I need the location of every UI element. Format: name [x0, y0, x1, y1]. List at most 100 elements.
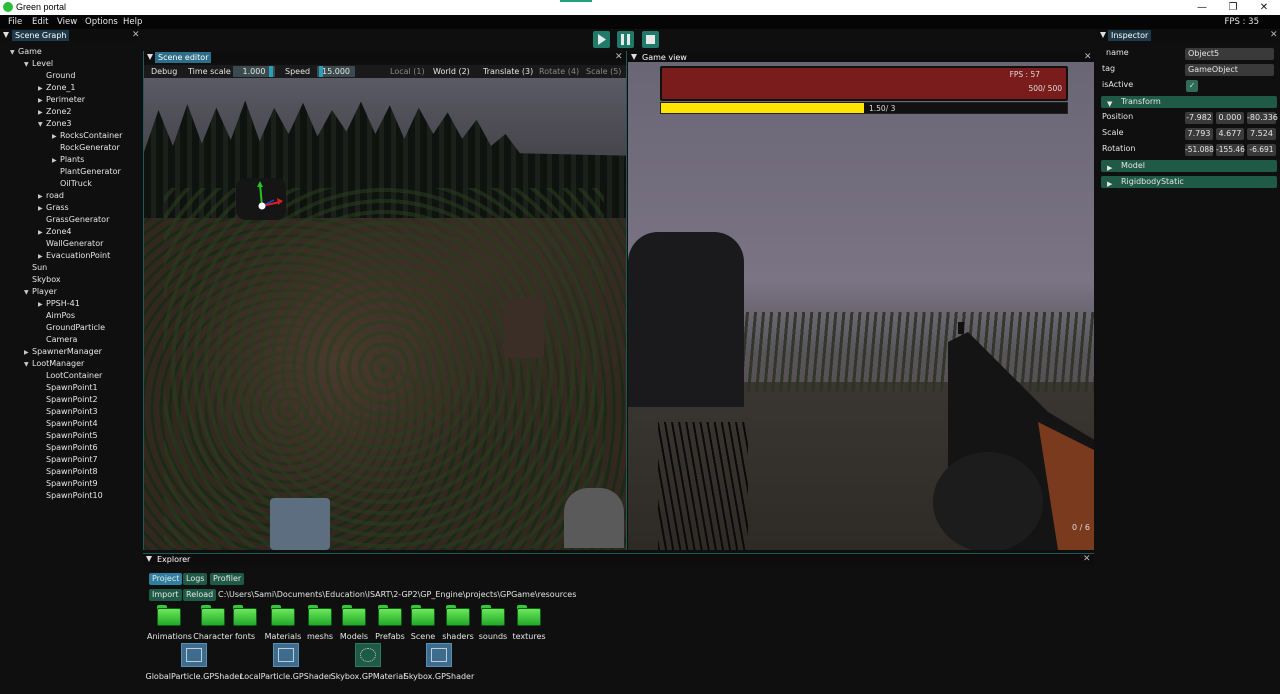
- tree-node[interactable]: AimPos: [38, 311, 75, 323]
- transform-gizmo-icon[interactable]: [250, 180, 284, 210]
- folder-icon[interactable]: [481, 604, 505, 626]
- position-y-field[interactable]: 0.000: [1216, 112, 1244, 124]
- folder-icon[interactable]: [378, 604, 402, 626]
- expanded-triangle-icon[interactable]: ▼: [10, 49, 18, 56]
- tag-field[interactable]: GameObject: [1185, 64, 1274, 76]
- tree-node[interactable]: ▼ LootManager: [24, 359, 84, 371]
- tree-node[interactable]: Camera: [38, 335, 77, 347]
- tree-node[interactable]: ▶ Zone4: [38, 227, 71, 239]
- tree-node[interactable]: Skybox: [24, 275, 61, 287]
- tree-node[interactable]: ▼ Zone3: [38, 119, 71, 131]
- tree-node[interactable]: GroundParticle: [38, 323, 105, 335]
- close-icon[interactable]: ✕: [1270, 30, 1278, 41]
- folder-label[interactable]: Animations: [147, 632, 192, 641]
- expanded-triangle-icon[interactable]: ▼: [24, 361, 32, 368]
- collapsed-triangle-icon[interactable]: ▶: [24, 349, 32, 356]
- tab-logs[interactable]: Logs: [183, 573, 208, 585]
- position-x-field[interactable]: -7.982: [1185, 112, 1213, 124]
- tree-node[interactable]: SpawnPoint8: [38, 467, 98, 479]
- rotate-tool-button[interactable]: Rotate (4): [539, 67, 579, 76]
- collapsed-triangle-icon[interactable]: ▶: [38, 253, 46, 260]
- scale-x-field[interactable]: 7.793: [1185, 128, 1213, 140]
- close-icon[interactable]: ✕: [132, 30, 140, 41]
- scene-graph-tab[interactable]: Scene Graph: [12, 30, 70, 41]
- scene-editor-tab[interactable]: Scene editor: [155, 52, 212, 63]
- tree-node[interactable]: RockGenerator: [52, 143, 120, 155]
- tree-node[interactable]: ▼ Player: [24, 287, 57, 299]
- tab-profiler[interactable]: Profiler: [210, 573, 245, 585]
- menu-options[interactable]: Options: [85, 17, 118, 27]
- restore-button[interactable]: ❐: [1218, 0, 1248, 15]
- time-scale-slider[interactable]: 1.000: [233, 66, 275, 77]
- pause-button[interactable]: [617, 31, 634, 48]
- folder-icon[interactable]: [446, 604, 470, 626]
- tree-node[interactable]: ▶ road: [38, 191, 64, 203]
- reload-button[interactable]: Reload: [183, 589, 217, 601]
- tree-node[interactable]: SpawnPoint4: [38, 419, 98, 431]
- collapse-triangle-icon[interactable]: [147, 54, 153, 60]
- tree-node[interactable]: ▶ Perimeter: [38, 95, 85, 107]
- collapse-triangle-icon[interactable]: [146, 556, 152, 562]
- folder-label[interactable]: textures: [507, 632, 551, 641]
- scale-z-field[interactable]: 7.524: [1247, 128, 1276, 140]
- rotation-x-field[interactable]: -51.088: [1185, 144, 1214, 156]
- collapsed-triangle-icon[interactable]: ▶: [38, 193, 46, 200]
- tree-node[interactable]: ▶ SpawnerManager: [24, 347, 102, 359]
- menu-view[interactable]: View: [57, 17, 77, 27]
- collapsed-triangle-icon[interactable]: ▶: [38, 97, 46, 104]
- game-viewport[interactable]: FPS : 57 500/ 500 1.50/ 3 0 / 6: [628, 62, 1094, 550]
- shader-file-icon[interactable]: [181, 643, 207, 667]
- tree-node[interactable]: SpawnPoint9: [38, 479, 98, 491]
- collapse-triangle-icon[interactable]: [631, 54, 637, 60]
- file-label[interactable]: Skybox.GPShader: [389, 672, 489, 681]
- collapse-triangle-icon[interactable]: [3, 32, 9, 38]
- tree-node[interactable]: SpawnPoint2: [38, 395, 98, 407]
- tree-node[interactable]: WallGenerator: [38, 239, 103, 251]
- tree-node[interactable]: Ground: [38, 71, 75, 83]
- collapsed-triangle-icon[interactable]: ▶: [52, 157, 60, 164]
- tree-node[interactable]: LootContainer: [38, 371, 102, 383]
- local-mode-button[interactable]: Local (1): [390, 67, 425, 76]
- explorer-tab[interactable]: Explorer: [154, 554, 193, 565]
- inspector-tab[interactable]: Inspector: [1108, 30, 1152, 41]
- collapse-triangle-icon[interactable]: [1100, 32, 1106, 38]
- expanded-triangle-icon[interactable]: ▼: [24, 289, 32, 296]
- expanded-triangle-icon[interactable]: ▼: [24, 61, 32, 68]
- close-icon[interactable]: ✕: [615, 52, 623, 63]
- tree-node[interactable]: ▶ Zone2: [38, 107, 71, 119]
- close-icon[interactable]: ✕: [1083, 554, 1091, 565]
- collapsed-triangle-icon[interactable]: ▶: [52, 133, 60, 140]
- rotation-y-field[interactable]: -155.46: [1216, 144, 1245, 156]
- slider-knob[interactable]: [319, 66, 323, 77]
- collapsed-triangle-icon[interactable]: ▶: [38, 109, 46, 116]
- folder-icon[interactable]: [201, 604, 225, 626]
- tree-node[interactable]: ▶ Zone_1: [38, 83, 75, 95]
- close-window-button[interactable]: ✕: [1249, 0, 1279, 15]
- tree-node[interactable]: Sun: [24, 263, 47, 275]
- tree-node[interactable]: SpawnPoint10: [38, 491, 103, 503]
- tree-node[interactable]: GrassGenerator: [38, 215, 109, 227]
- import-button[interactable]: Import: [149, 589, 182, 601]
- tree-node[interactable]: ▼ Game: [10, 47, 42, 59]
- minimize-button[interactable]: —: [1187, 0, 1217, 15]
- position-z-field[interactable]: -80.336: [1247, 112, 1278, 124]
- folder-icon[interactable]: [308, 604, 332, 626]
- material-file-icon[interactable]: [355, 643, 381, 667]
- shader-file-icon[interactable]: [426, 643, 452, 667]
- scale-tool-button[interactable]: Scale (5): [586, 67, 621, 76]
- collapsed-triangle-icon[interactable]: ▶: [38, 229, 46, 236]
- play-button[interactable]: [593, 31, 610, 48]
- is-active-checkbox[interactable]: ✓: [1186, 80, 1198, 92]
- file-label[interactable]: GlobalParticle.GPShader: [144, 672, 244, 681]
- tree-node[interactable]: ▼ Level: [24, 59, 53, 71]
- folder-icon[interactable]: [233, 604, 257, 626]
- tree-node[interactable]: ▶ RocksContainer: [52, 131, 122, 143]
- tree-node[interactable]: SpawnPoint6: [38, 443, 98, 455]
- tree-node[interactable]: ▶ PPSH-41: [38, 299, 80, 311]
- folder-icon[interactable]: [271, 604, 295, 626]
- collapsed-triangle-icon[interactable]: ▶: [38, 301, 46, 308]
- transform-section-header[interactable]: ▼ Transform: [1101, 96, 1277, 108]
- tab-project[interactable]: Project: [149, 573, 183, 585]
- tree-node[interactable]: SpawnPoint1: [38, 383, 98, 395]
- folder-icon[interactable]: [411, 604, 435, 626]
